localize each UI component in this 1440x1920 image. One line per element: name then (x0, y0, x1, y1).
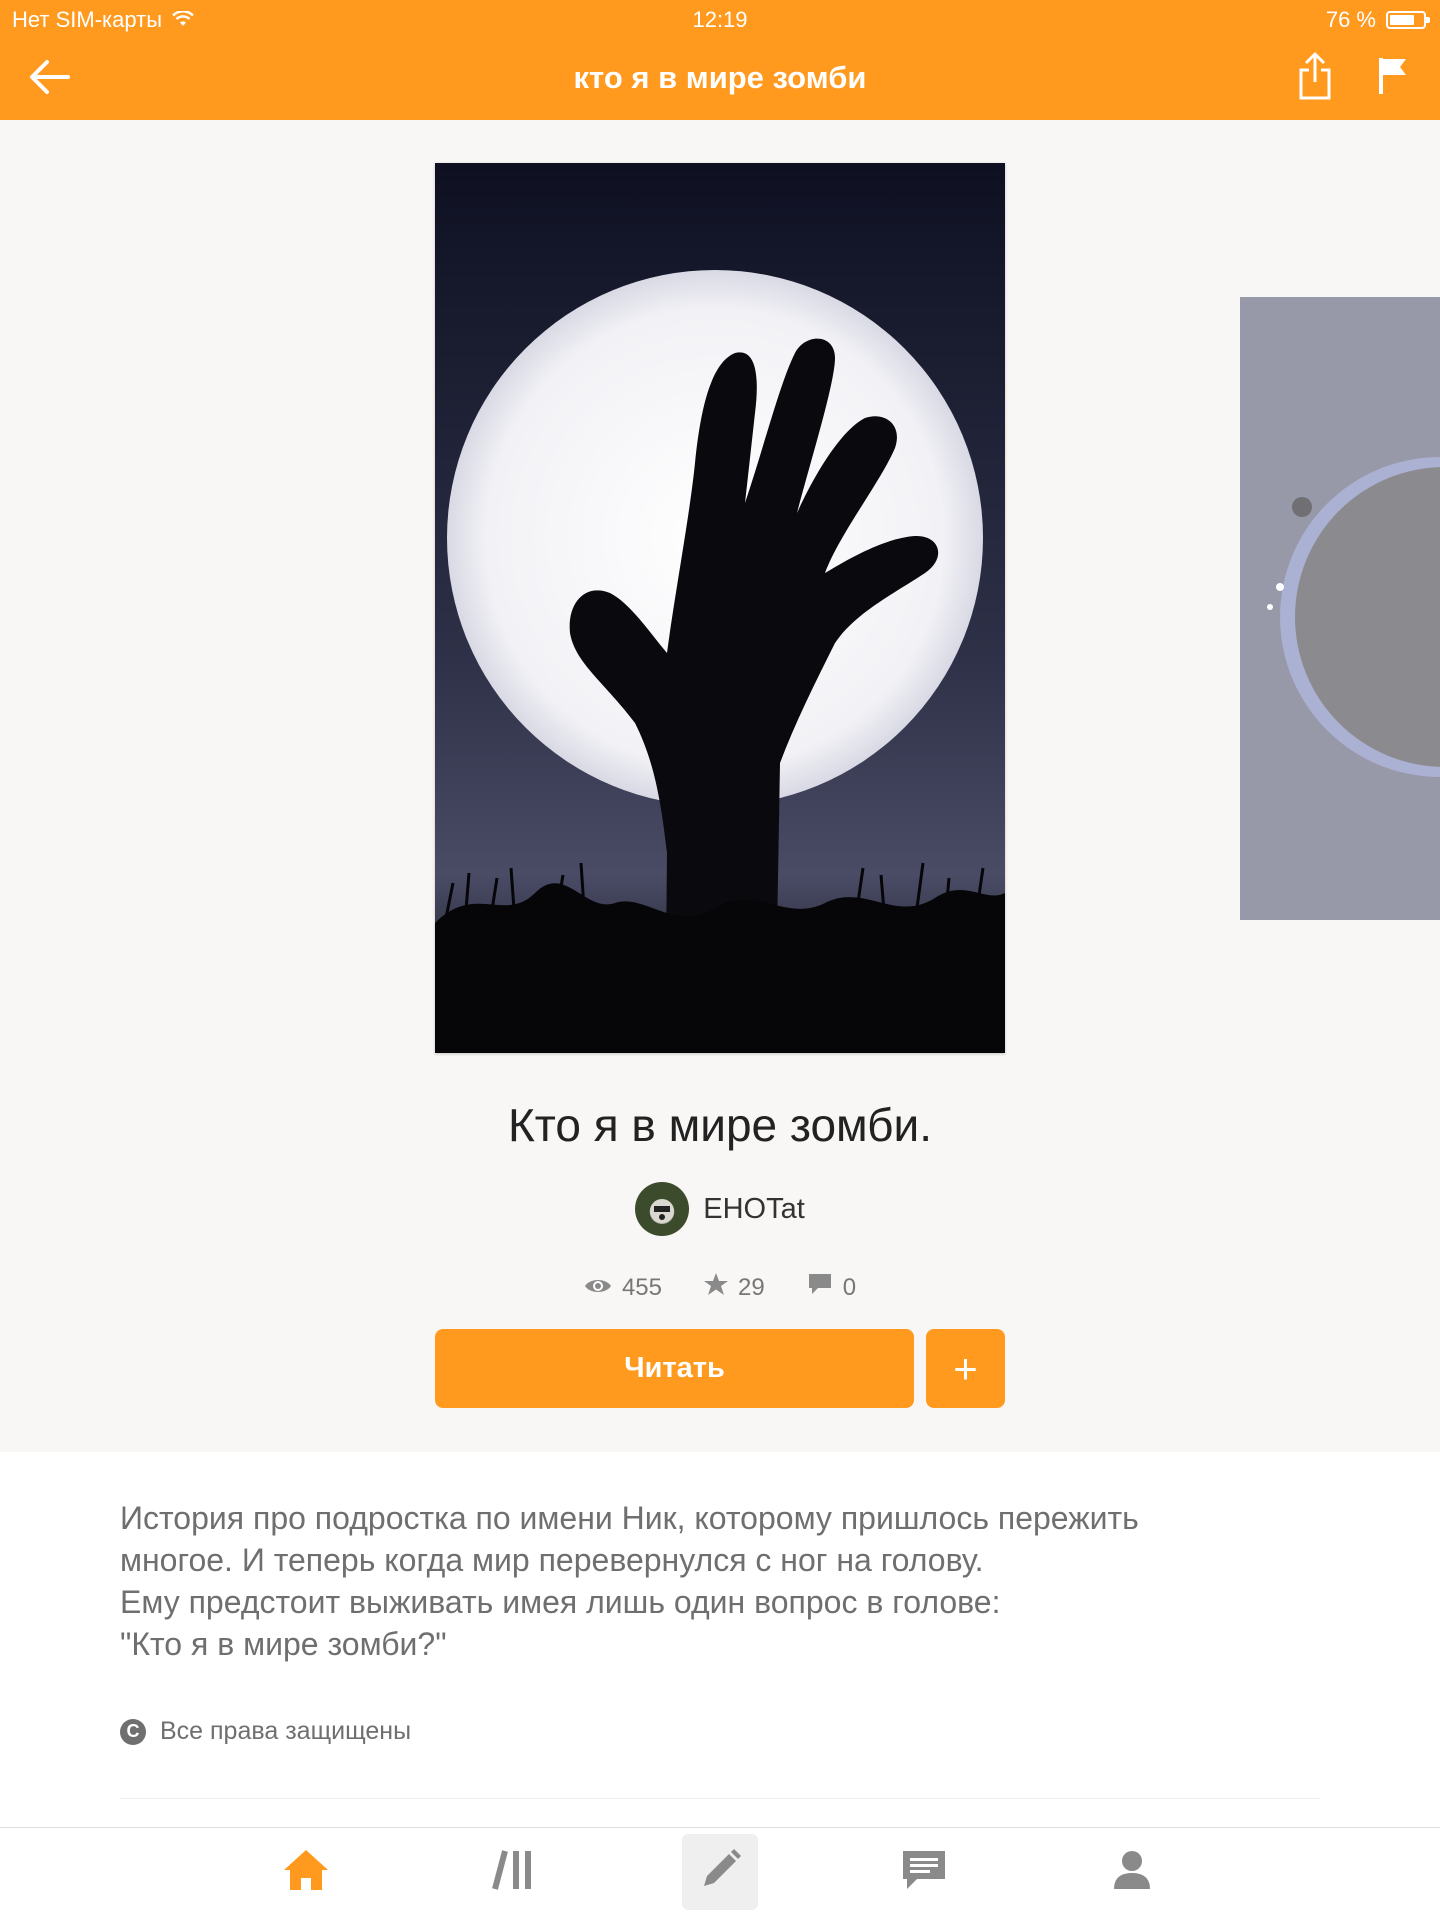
tab-bar (0, 1827, 1440, 1920)
status-bar: Нет SIM-карты 12:19 76 % (0, 0, 1440, 38)
eye-icon (584, 1274, 612, 1302)
copyright-icon: C (120, 1718, 146, 1745)
avatar[interactable] (635, 1182, 690, 1236)
divider (120, 1798, 1320, 1799)
read-button[interactable]: Читать (435, 1329, 914, 1408)
planet-illustration (1240, 297, 1440, 920)
top-bar: Нет SIM-карты 12:19 76 % кто я в мире зо… (0, 0, 1440, 120)
description-line: История про подростка по имени Ник, кото… (120, 1500, 1139, 1536)
votes-count: 29 (737, 1273, 765, 1301)
write-icon (698, 1848, 742, 1897)
author-row[interactable]: EHOTat (0, 1182, 1440, 1236)
status-right: 76 % (1325, 7, 1430, 33)
views-stat: 455 (584, 1273, 662, 1302)
page-title: кто я в мире зомби (573, 60, 867, 95)
zombie-hand-illustration (435, 163, 1005, 1053)
tab-messages[interactable] (886, 1834, 962, 1910)
messages-icon (901, 1849, 947, 1896)
star-icon (703, 1273, 728, 1302)
description-line: Ему предстоит выживать имея лишь один во… (120, 1584, 1001, 1620)
add-to-library-button[interactable]: + (926, 1329, 1005, 1408)
flag-icon (1378, 56, 1408, 101)
battery-tip (1426, 17, 1430, 23)
book-hero: Кто я в мире зомби. EHOTat 455 29 0 Чита… (0, 120, 1440, 1452)
share-icon (1298, 52, 1332, 105)
battery-fill (1390, 15, 1414, 25)
profile-icon (1112, 1849, 1152, 1896)
book-cover-image[interactable] (435, 163, 1005, 1053)
author-name[interactable]: EHOTat (703, 1193, 805, 1226)
votes-stat: 29 (703, 1273, 765, 1302)
library-icon (491, 1849, 537, 1896)
nav-bar: кто я в мире зомби (0, 38, 1440, 120)
views-count: 455 (621, 1273, 662, 1301)
description-line: "Кто я в мире зомби?" (120, 1626, 447, 1662)
next-book-cover[interactable] (1240, 297, 1440, 920)
description-line: многое. И теперь когда мир перевернулся … (120, 1542, 984, 1578)
book-description: История про подростка по имени Ник, кото… (120, 1497, 1320, 1665)
status-time: 12:19 (692, 7, 748, 32)
home-icon (282, 1848, 330, 1897)
book-title: Кто я в мире зомби. (508, 1099, 932, 1151)
share-button[interactable] (1290, 50, 1340, 106)
tab-home[interactable] (268, 1834, 344, 1910)
comments-stat: 0 (807, 1273, 856, 1302)
report-button[interactable] (1368, 52, 1418, 104)
comments-count: 0 (842, 1273, 857, 1301)
copyright-label: Все права защищены (160, 1717, 412, 1745)
battery-percent: 76 % (1325, 7, 1376, 32)
battery-icon (1386, 11, 1430, 29)
copyright-row: C Все права защищены (120, 1717, 411, 1746)
tab-library[interactable] (476, 1834, 552, 1910)
tab-profile[interactable] (1094, 1834, 1170, 1910)
tab-write[interactable] (682, 1834, 758, 1910)
comment-icon (807, 1273, 833, 1302)
stats-row: 455 29 0 (0, 1273, 1440, 1302)
